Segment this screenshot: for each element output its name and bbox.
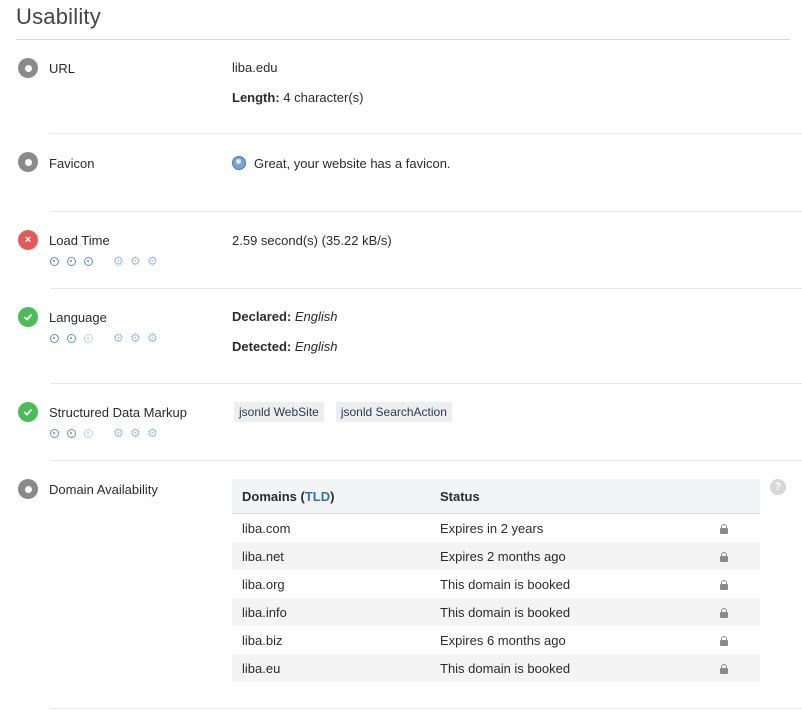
lock-cell (710, 598, 760, 626)
col-header-lock (710, 479, 760, 514)
table-row: liba.biz Expires 6 months ago (232, 626, 760, 654)
section-label-domain-availability: Domain Availability (49, 482, 158, 497)
tag-jsonld-searchaction: jsonld SearchAction (335, 402, 452, 422)
favicon-message: Great, your website has a favicon. (254, 156, 451, 171)
status-eye-icon-url (18, 58, 38, 78)
lock-icon (720, 523, 728, 534)
section-label-favicon: Favicon (49, 156, 95, 171)
structured-data-tags: jsonld WebSite jsonld SearchAction (234, 402, 464, 422)
status-eye-icon-domains (18, 479, 38, 499)
table-row: liba.info This domain is booked (232, 598, 760, 626)
domain-cell: liba.net (232, 542, 430, 570)
importance-dot-icon (67, 334, 76, 343)
difficulty-gear-icon: ⚙ (113, 426, 124, 440)
language-detected: Detected: English (232, 339, 338, 354)
row-divider (50, 288, 802, 289)
status-cell: This domain is booked (430, 654, 710, 682)
domain-cell: liba.biz (242, 632, 283, 648)
difficulty-gear-icon: ⚙ (113, 254, 124, 268)
lock-cell (710, 542, 760, 570)
lock-cell (710, 654, 760, 682)
importance-dot-icon (84, 257, 93, 266)
status-cell: This domain is booked (430, 598, 710, 626)
tag-jsonld-website: jsonld WebSite (234, 402, 324, 422)
favicon-value: Great, your website has a favicon. (232, 156, 451, 171)
domain-cell: liba.org (242, 576, 285, 592)
load-time-value: 2.59 second(s) (35.22 kB/s) (232, 233, 392, 248)
section-label-load-time: Load Time (49, 233, 110, 248)
domains-table: Domains (TLD) Status liba.com Expires in… (232, 479, 760, 682)
status-eye-icon-favicon (18, 152, 38, 172)
help-icon[interactable]: ? (770, 479, 786, 495)
status-cell: Expires 6 months ago (440, 632, 566, 648)
section-label-structured-data: Structured Data Markup (49, 405, 188, 420)
importance-dot-icon (84, 334, 93, 343)
row-divider (50, 133, 802, 134)
domain-cell: liba.eu (232, 654, 430, 682)
importance-difficulty-meter: ⚙ ⚙ ⚙ (50, 331, 164, 345)
domain-cell: liba.info (232, 598, 430, 626)
importance-dot-icon (84, 429, 93, 438)
lock-cell (710, 570, 760, 598)
section-label-url: URL (49, 61, 76, 76)
table-header-row: Domains (TLD) Status (232, 479, 760, 514)
importance-dot-icon (50, 257, 59, 266)
language-declared: Declared: English (232, 309, 338, 324)
difficulty-gear-icon: ⚙ (113, 331, 124, 345)
domain-cell: liba.com (232, 513, 430, 542)
lock-icon (720, 551, 728, 562)
url-length-label: Length: (232, 90, 280, 105)
detected-value: English (294, 339, 338, 354)
importance-dot-icon (67, 429, 76, 438)
globe-icon (232, 156, 246, 170)
url-length-value: 4 character(s) (283, 90, 364, 105)
check-icon (18, 402, 38, 422)
lock-cell (710, 513, 760, 542)
page-title: Usability (16, 4, 101, 29)
row-divider (50, 460, 802, 461)
declared-value: English (294, 309, 338, 324)
table-row: liba.org This domain is booked (232, 570, 760, 598)
importance-dot-icon (50, 334, 59, 343)
col-header-domains: Domains (TLD) (232, 479, 430, 514)
url-length: Length: 4 character(s) (232, 90, 363, 105)
lock-cell (710, 626, 760, 654)
declared-label: Declared: (232, 309, 292, 324)
col-header-status: Status (430, 479, 710, 514)
lock-icon (720, 607, 728, 618)
table-row: liba.eu This domain is booked (232, 654, 760, 682)
row-divider (50, 211, 802, 212)
tld-link[interactable]: TLD (305, 489, 330, 504)
check-icon (18, 307, 38, 327)
difficulty-gear-icon: ⚙ (130, 254, 141, 268)
difficulty-gear-icon: ⚙ (147, 426, 158, 440)
importance-dot-icon (50, 429, 59, 438)
section-label-language: Language (49, 310, 107, 325)
difficulty-gear-icon: ⚙ (130, 426, 141, 440)
lock-icon (720, 579, 728, 590)
status-cell: Expires in 2 years (430, 513, 710, 542)
difficulty-gear-icon: ⚙ (130, 331, 141, 345)
importance-difficulty-meter: ⚙ ⚙ ⚙ (50, 426, 164, 440)
importance-difficulty-meter: ⚙ ⚙ ⚙ (50, 254, 164, 268)
difficulty-gear-icon: ⚙ (147, 331, 158, 345)
lock-icon (720, 635, 728, 646)
importance-dot-icon (67, 257, 76, 266)
detected-label: Detected: (232, 339, 292, 354)
row-divider (50, 708, 802, 709)
status-cell: This domain is booked (440, 576, 571, 592)
lock-icon (720, 663, 728, 674)
status-cell: Expires 2 months ago (430, 542, 710, 570)
title-divider (16, 39, 790, 40)
difficulty-gear-icon: ⚙ (147, 254, 158, 268)
row-divider (50, 383, 802, 384)
table-row: liba.net Expires 2 months ago (232, 542, 760, 570)
error-x-icon: × (18, 230, 38, 250)
url-value: liba.edu (232, 60, 278, 75)
table-row: liba.com Expires in 2 years (232, 513, 760, 542)
